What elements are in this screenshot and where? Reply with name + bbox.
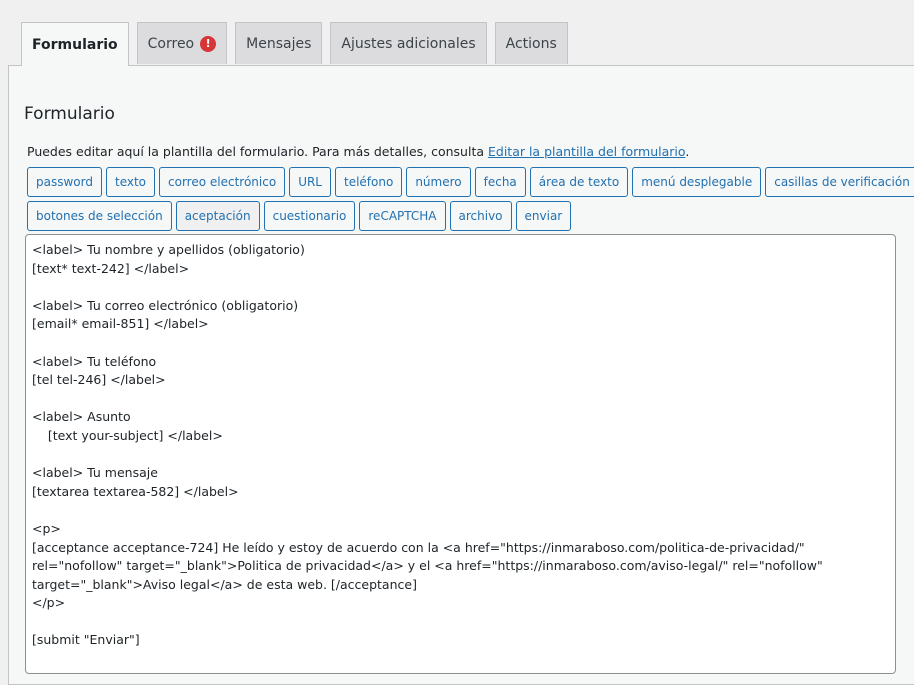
description-text: Puedes editar aquí la plantilla del form…	[27, 144, 488, 159]
tab-correo[interactable]: Correo !	[136, 22, 228, 64]
tab-label: Formulario	[32, 36, 118, 53]
tag-button-password[interactable]: password	[27, 167, 102, 197]
tag-button-correo-electronico[interactable]: correo electrónico	[159, 167, 286, 197]
panel-description: Puedes editar aquí la plantilla del form…	[27, 144, 689, 159]
tag-button-fecha[interactable]: fecha	[474, 167, 526, 197]
tab-actions[interactable]: Actions	[494, 22, 568, 64]
tag-button-archivo[interactable]: archivo	[449, 201, 512, 231]
tag-button-numero[interactable]: número	[406, 167, 471, 197]
tab-bar: Formulario Correo ! Mensajes Ajustes adi…	[21, 22, 568, 66]
tab-label: Correo	[147, 35, 195, 52]
tag-button-area-de-texto[interactable]: área de texto	[529, 167, 629, 197]
alert-icon: !	[200, 35, 217, 52]
tag-button-recaptcha[interactable]: reCAPTCHA	[359, 201, 446, 231]
tag-generator-row-2: botones de selección aceptación cuestion…	[27, 201, 572, 231]
tag-button-enviar[interactable]: enviar	[515, 201, 572, 231]
tab-label: Actions	[505, 35, 557, 52]
tab-label: Ajustes adicionales	[341, 35, 476, 52]
tag-button-menu-desplegable[interactable]: menú desplegable	[632, 167, 762, 197]
tag-generator-row-1: password texto correo electrónico URL te…	[27, 167, 914, 197]
tab-label: Mensajes	[246, 35, 312, 52]
form-template-textarea[interactable]: <label> Tu nombre y apellidos (obligator…	[25, 234, 896, 674]
tag-button-cuestionario[interactable]: cuestionario	[263, 201, 356, 231]
panel-title: Formulario	[24, 104, 115, 124]
tag-button-aceptacion[interactable]: aceptación	[175, 201, 260, 231]
tag-button-texto[interactable]: texto	[105, 167, 156, 197]
description-suffix: .	[685, 144, 690, 159]
tag-button-url[interactable]: URL	[289, 167, 331, 197]
tag-button-botones-de-seleccion[interactable]: botones de selección	[27, 201, 172, 231]
tag-button-casillas-de-verificacion[interactable]: casillas de verificación	[765, 167, 914, 197]
tab-mensajes[interactable]: Mensajes	[235, 22, 323, 64]
edit-template-link[interactable]: Editar la plantilla del formulario	[488, 144, 685, 159]
tag-button-telefono[interactable]: teléfono	[335, 167, 403, 197]
tab-ajustes-adicionales[interactable]: Ajustes adicionales	[330, 22, 487, 64]
tab-formulario[interactable]: Formulario	[21, 22, 129, 66]
